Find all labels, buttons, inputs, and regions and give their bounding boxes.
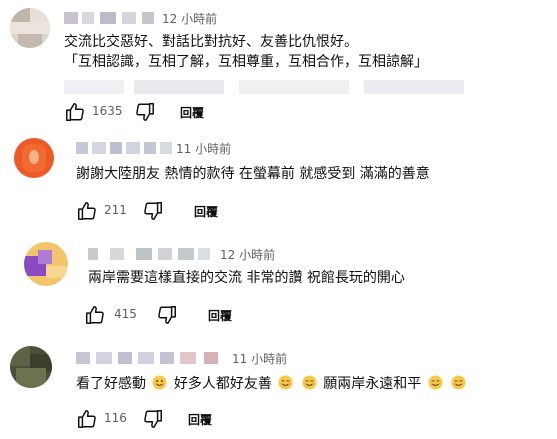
comment-actions: 1635 回覆 bbox=[64, 101, 264, 125]
reply-button[interactable]: 回覆 bbox=[188, 411, 212, 428]
smiling-face-emoji bbox=[278, 375, 293, 390]
thumbs-up-icon[interactable] bbox=[76, 200, 98, 222]
like-count: 116 bbox=[104, 411, 127, 425]
thumbs-up-icon[interactable] bbox=[64, 101, 86, 123]
comment-actions: 415 回覆 bbox=[84, 304, 284, 328]
comment-actions: 116 回覆 bbox=[76, 408, 276, 432]
comment-timestamp[interactable]: 12 小時前 bbox=[220, 246, 275, 263]
author-name-redacted[interactable] bbox=[76, 352, 226, 364]
like-count: 415 bbox=[114, 307, 137, 321]
like-count: 1635 bbox=[92, 104, 123, 118]
reply-button[interactable]: 回覆 bbox=[208, 307, 232, 324]
comment-text-line-2: 「互相認識，互相了解，互相尊重，互相合作，互相諒解」 bbox=[64, 54, 428, 70]
thumbs-down-icon[interactable] bbox=[142, 408, 164, 430]
avatar[interactable] bbox=[14, 138, 54, 178]
comment-text-part: 願兩岸永遠和平 bbox=[323, 376, 422, 392]
reply-button[interactable]: 回覆 bbox=[180, 104, 204, 121]
author-name-redacted[interactable] bbox=[88, 248, 216, 260]
thumbs-down-icon[interactable] bbox=[156, 304, 178, 326]
comment-timestamp[interactable]: 12 小時前 bbox=[162, 10, 217, 27]
comment-text: 謝謝大陸朋友 熱情的款待 在螢幕前 就感受到 滿滿的善意 bbox=[76, 166, 430, 182]
thumbs-down-icon[interactable] bbox=[142, 200, 164, 222]
comment-3: 12 小時前 兩岸需要這樣直接的交流 非常的讚 祝館長玩的開心 415 回覆 bbox=[0, 236, 557, 340]
comment-text-part: 好多人都好友善 bbox=[173, 376, 272, 392]
comment-text: 看了好感動 好多人都好友善 願兩岸永遠和平 bbox=[76, 374, 468, 395]
smiling-face-emoji bbox=[152, 375, 167, 390]
thumbs-up-icon[interactable] bbox=[76, 408, 98, 430]
comment-2: 11 小時前 謝謝大陸朋友 熱情的款待 在螢幕前 就感受到 滿滿的善意 211 … bbox=[0, 128, 557, 236]
comment-1: 12 小時前 交流比交惡好、對話比對抗好、友善比仇恨好。 「互相認識，互相了解，… bbox=[0, 0, 557, 125]
avatar[interactable] bbox=[10, 8, 50, 48]
avatar[interactable] bbox=[10, 346, 52, 388]
comment-text-part: 看了好感動 bbox=[76, 376, 146, 392]
smiling-face-emoji bbox=[302, 375, 317, 390]
comment-timestamp[interactable]: 11 小時前 bbox=[176, 140, 231, 157]
smiling-face-emoji bbox=[428, 375, 443, 390]
author-name-redacted[interactable] bbox=[64, 12, 160, 24]
reply-button[interactable]: 回覆 bbox=[194, 203, 218, 220]
comment-4: 11 小時前 看了好感動 好多人都好友善 願兩岸永遠和平 116 回覆 bbox=[0, 340, 557, 439]
smiling-face-emoji bbox=[451, 375, 466, 390]
comment-text-line-1: 交流比交惡好、對話比對抗好、友善比仇恨好。 bbox=[64, 34, 358, 50]
redacted-text bbox=[64, 80, 484, 94]
thumbs-up-icon[interactable] bbox=[84, 304, 106, 326]
author-name-redacted[interactable] bbox=[76, 142, 174, 154]
like-count: 211 bbox=[104, 203, 127, 217]
comment-text: 兩岸需要這樣直接的交流 非常的讚 祝館長玩的開心 bbox=[88, 270, 405, 286]
thumbs-down-icon[interactable] bbox=[134, 101, 156, 123]
comment-timestamp[interactable]: 11 小時前 bbox=[232, 350, 287, 367]
avatar[interactable] bbox=[24, 242, 68, 286]
comment-actions: 211 回覆 bbox=[76, 200, 276, 224]
